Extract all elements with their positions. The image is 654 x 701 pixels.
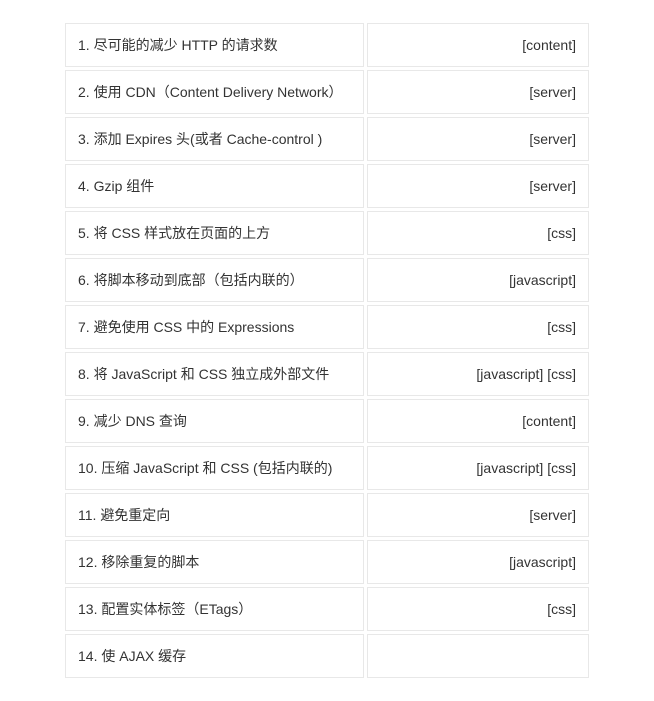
table-row: 9. 减少 DNS 查询[content] [65, 399, 589, 443]
tags-cell: [css] [367, 305, 589, 349]
table-row: 13. 配置实体标签（ETags）[css] [65, 587, 589, 631]
rule-cell: 6. 将脚本移动到底部（包括内联的） [65, 258, 364, 302]
rules-table: 1. 尽可能的减少 HTTP 的请求数[content]2. 使用 CDN（Co… [62, 20, 592, 681]
tags-cell: [content] [367, 399, 589, 443]
table-row: 12. 移除重复的脚本[javascript] [65, 540, 589, 584]
rule-cell: 9. 减少 DNS 查询 [65, 399, 364, 443]
rule-cell: 4. Gzip 组件 [65, 164, 364, 208]
rules-tbody: 1. 尽可能的减少 HTTP 的请求数[content]2. 使用 CDN（Co… [65, 23, 589, 678]
table-row: 4. Gzip 组件[server] [65, 164, 589, 208]
rule-cell: 7. 避免使用 CSS 中的 Expressions [65, 305, 364, 349]
tags-cell: [server] [367, 117, 589, 161]
tags-cell: [javascript] [css] [367, 352, 589, 396]
table-row: 10. 压缩 JavaScript 和 CSS (包括内联的)[javascri… [65, 446, 589, 490]
table-row: 3. 添加 Expires 头(或者 Cache-control )[serve… [65, 117, 589, 161]
rule-cell: 1. 尽可能的减少 HTTP 的请求数 [65, 23, 364, 67]
table-row: 5. 将 CSS 样式放在页面的上方[css] [65, 211, 589, 255]
rule-cell: 14. 使 AJAX 缓存 [65, 634, 364, 678]
tags-cell: [javascript] [367, 258, 589, 302]
tags-cell: [server] [367, 70, 589, 114]
tags-cell [367, 634, 589, 678]
rule-cell: 2. 使用 CDN（Content Delivery Network） [65, 70, 364, 114]
tags-cell: [css] [367, 211, 589, 255]
tags-cell: [content] [367, 23, 589, 67]
table-row: 2. 使用 CDN（Content Delivery Network）[serv… [65, 70, 589, 114]
tags-cell: [server] [367, 493, 589, 537]
rule-cell: 12. 移除重复的脚本 [65, 540, 364, 584]
table-row: 11. 避免重定向[server] [65, 493, 589, 537]
rule-cell: 11. 避免重定向 [65, 493, 364, 537]
table-row: 6. 将脚本移动到底部（包括内联的）[javascript] [65, 258, 589, 302]
tags-cell: [javascript] [css] [367, 446, 589, 490]
table-row: 7. 避免使用 CSS 中的 Expressions[css] [65, 305, 589, 349]
rule-cell: 8. 将 JavaScript 和 CSS 独立成外部文件 [65, 352, 364, 396]
table-row: 8. 将 JavaScript 和 CSS 独立成外部文件[javascript… [65, 352, 589, 396]
tags-cell: [server] [367, 164, 589, 208]
table-row: 14. 使 AJAX 缓存 [65, 634, 589, 678]
rule-cell: 10. 压缩 JavaScript 和 CSS (包括内联的) [65, 446, 364, 490]
rule-cell: 5. 将 CSS 样式放在页面的上方 [65, 211, 364, 255]
rule-cell: 13. 配置实体标签（ETags） [65, 587, 364, 631]
table-row: 1. 尽可能的减少 HTTP 的请求数[content] [65, 23, 589, 67]
rule-cell: 3. 添加 Expires 头(或者 Cache-control ) [65, 117, 364, 161]
tags-cell: [css] [367, 587, 589, 631]
tags-cell: [javascript] [367, 540, 589, 584]
